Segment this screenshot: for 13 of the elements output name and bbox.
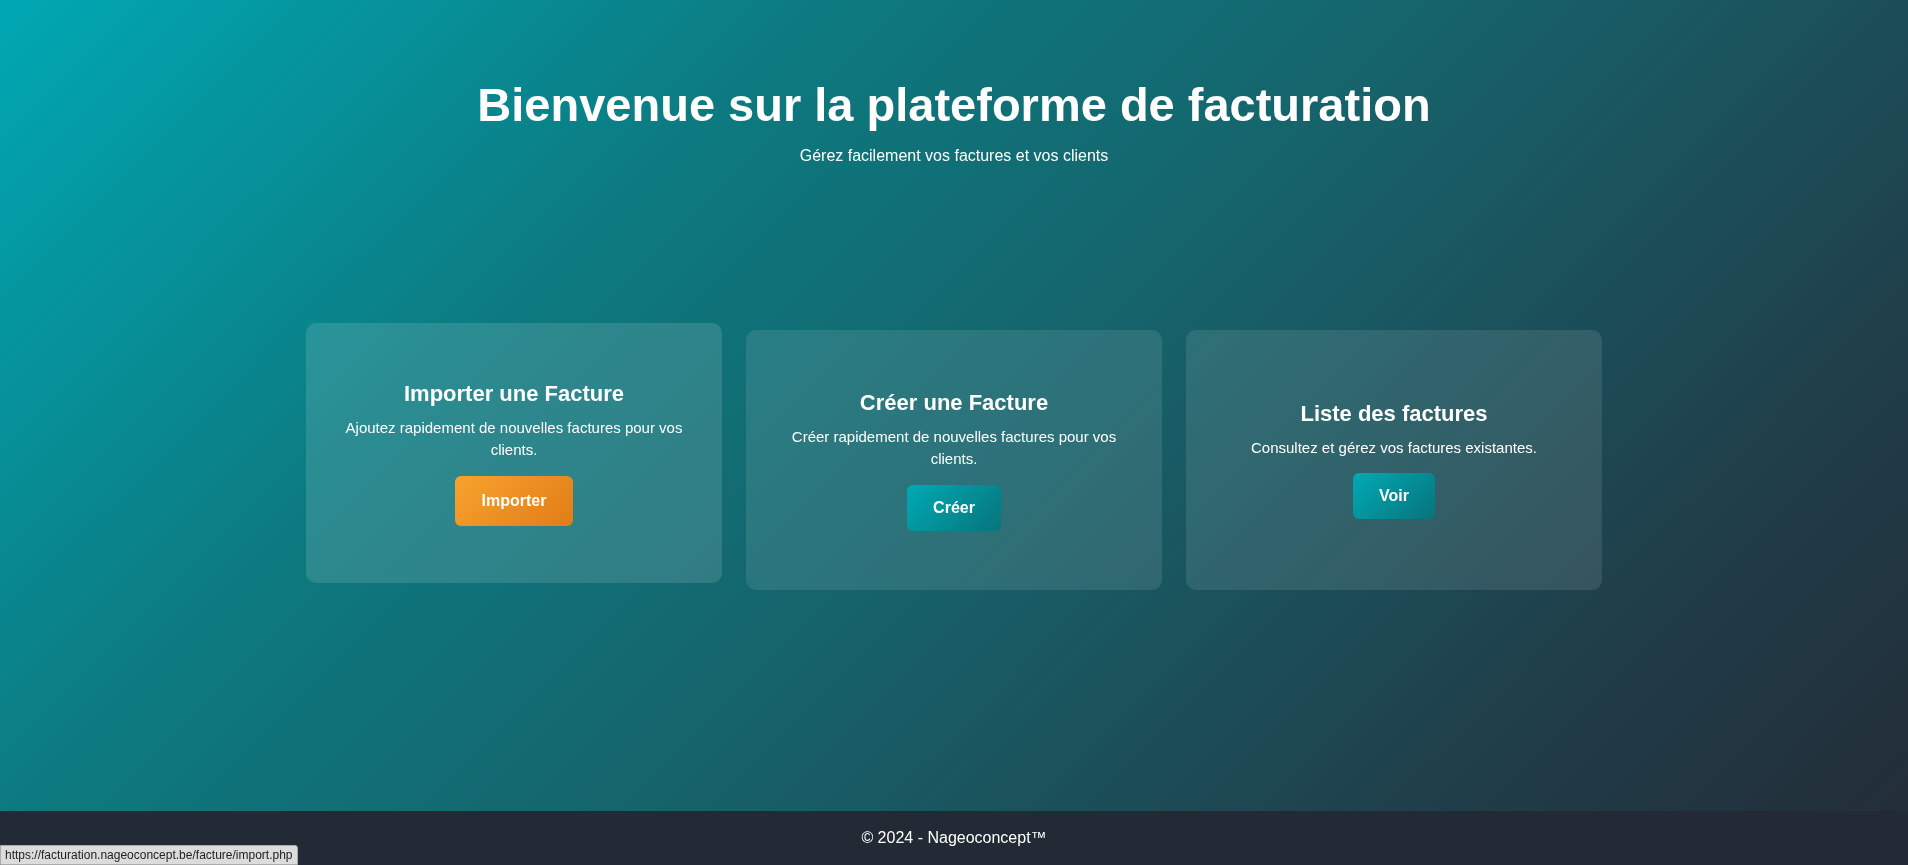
page-subtitle: Gérez facilement vos factures et vos clients xyxy=(798,146,1110,167)
card-button[interactable]: Importer xyxy=(454,475,574,526)
page-title: Bienvenue sur la plateforme de facturation xyxy=(476,78,1432,133)
card-description: Créer rapidement de nouvelles factures pour vos clients. xyxy=(790,426,1118,470)
card-description: Consultez et gérez vos factures existantes. xyxy=(1251,437,1537,458)
card-title: Créer une Facture xyxy=(859,389,1049,416)
card-title: Liste des factures xyxy=(1300,400,1488,427)
card-title: Importer une Facture xyxy=(403,380,624,407)
card-description: Ajoutez rapidement de nouvelles factures pour vos clients. xyxy=(344,417,684,461)
card-button[interactable]: Créer xyxy=(907,484,1001,531)
copyright-text: © 2024 - Nageoconcept™ xyxy=(861,829,1047,847)
link-url-tooltip: https://facturation.nageoconcept.be/facture/import.php xyxy=(0,845,298,865)
card-button[interactable]: Voir xyxy=(1353,473,1435,520)
